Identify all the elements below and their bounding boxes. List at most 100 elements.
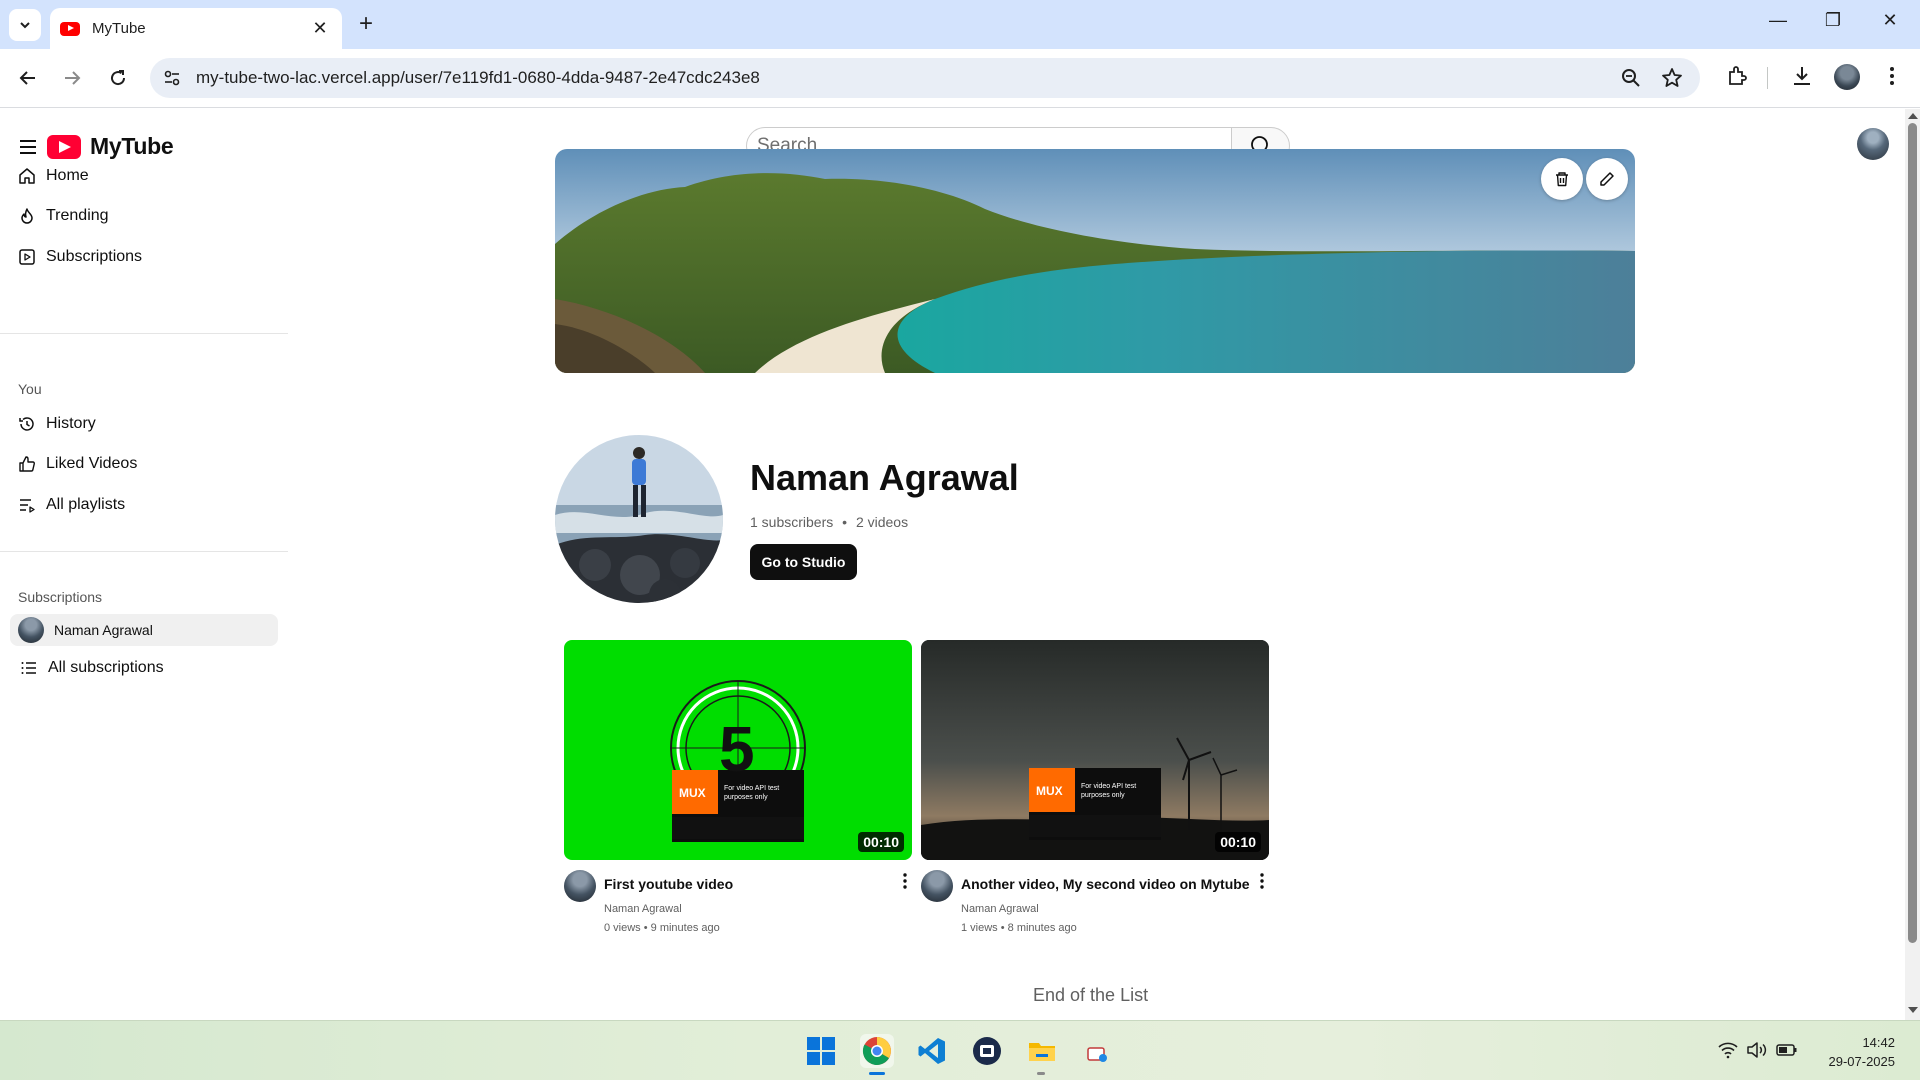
reload-icon [111, 70, 126, 86]
video-count: 2 videos [855, 514, 909, 530]
meta-separator: • [842, 514, 848, 530]
sidebar-subscription-naman-agrawal[interactable]: Naman Agrawal [10, 614, 278, 646]
clock-date: 29-07-2025 [1828, 1054, 1896, 1069]
menu-icon[interactable] [19, 139, 37, 155]
list-video-icon [20, 499, 35, 513]
mytube-logo[interactable]: MyTube [47, 133, 174, 160]
taskbar-snipping[interactable] [1080, 1034, 1114, 1068]
subscriptions-heading: Subscriptions [18, 589, 103, 605]
site-info-icon[interactable] [162, 68, 182, 88]
video-thumbnail[interactable]: MUX For video API test purposes only 00:… [921, 640, 1269, 860]
sidebar-item-all-subscriptions[interactable]: All subscriptions [16, 651, 278, 685]
channel-avatar-small[interactable] [921, 870, 953, 902]
restore-button[interactable]: ❐ [1813, 10, 1853, 31]
new-tab-button[interactable]: + [352, 11, 380, 39]
flame-icon [21, 208, 33, 224]
thumbnail-caption: For video API test purposes only [724, 785, 780, 801]
channel-avatar-photo [555, 435, 723, 603]
taskbar-app[interactable] [970, 1034, 1004, 1068]
channel-avatar [555, 435, 723, 603]
url-text: my-tube-two-lac.vercel.app/user/7e119fd1… [196, 68, 760, 87]
video-title[interactable]: Another video, My second video on Mytube [961, 876, 1250, 892]
sidebar-item-home[interactable]: Home [14, 159, 276, 193]
list-icon [21, 662, 36, 674]
window-close-button[interactable]: ✕ [1870, 10, 1910, 31]
end-of-list-text: End of the List [1033, 985, 1149, 1005]
minimize-button[interactable]: — [1758, 10, 1798, 31]
video-channel-name[interactable]: Naman Agrawal [961, 903, 1039, 915]
taskbar-chrome[interactable] [860, 1034, 894, 1075]
more-vert-icon[interactable] [1259, 872, 1265, 890]
scroll-down-arrow-icon[interactable] [1908, 1007, 1918, 1013]
tab-search-button[interactable] [9, 9, 41, 41]
thumbnail-caption: For video API test purposes only [1081, 783, 1137, 799]
sunset-thumbnail-art [921, 640, 1269, 860]
user-avatar[interactable] [1857, 128, 1889, 160]
video-card[interactable]: MUX For video API test purposes only 00:… [921, 640, 1269, 940]
system-clock[interactable]: 14:42 29-07-2025 [1815, 1033, 1896, 1071]
sidebar-item-label: All playlists [46, 496, 126, 513]
app-name: MyTube [90, 133, 174, 159]
channel-name: Naman Agrawal [750, 457, 1019, 498]
channel-banner [555, 149, 1635, 373]
page-scrollbar[interactable] [1905, 109, 1920, 1020]
subscription-name: Naman Agrawal [54, 622, 153, 638]
taskbar-file-explorer[interactable] [1025, 1034, 1059, 1075]
bookmark-star-icon[interactable] [1661, 67, 1683, 89]
wifi-icon[interactable] [1718, 1041, 1738, 1059]
countdown-number: 5 [719, 713, 755, 785]
browser-tab[interactable]: MyTube ✕ [50, 8, 342, 49]
video-duration: 00:10 [858, 832, 904, 852]
delete-banner-button[interactable] [1541, 158, 1583, 200]
windows-logo-icon [807, 1037, 835, 1065]
sidebar-item-liked-videos[interactable]: Liked Videos [14, 447, 276, 481]
back-button[interactable] [13, 63, 43, 93]
address-bar[interactable]: my-tube-two-lac.vercel.app/user/7e119fd1… [150, 58, 1700, 98]
sidebar-item-subscriptions[interactable]: Subscriptions [14, 240, 276, 274]
video-stats: 0 views • 9 minutes ago [604, 922, 720, 934]
download-icon[interactable] [1790, 64, 1814, 88]
video-thumbnail[interactable]: 5 MUX For video API test purposes only 0… [564, 640, 912, 860]
video-title[interactable]: First youtube video [604, 876, 733, 892]
sidebar-item-label: Liked Videos [46, 455, 138, 472]
trash-icon [1556, 172, 1568, 187]
reload-button[interactable] [103, 63, 133, 93]
battery-icon[interactable] [1776, 1041, 1798, 1059]
open-app-indicator [1037, 1072, 1045, 1075]
video-channel-name[interactable]: Naman Agrawal [604, 903, 682, 915]
taskbar-vscode[interactable] [915, 1034, 949, 1068]
channel-stats: 1 subscribers • 2 videos [750, 514, 908, 530]
vscode-icon [918, 1038, 945, 1064]
zoom-icon[interactable] [1620, 67, 1642, 89]
sidebar-item-history[interactable]: History [14, 407, 276, 441]
start-button[interactable] [804, 1034, 838, 1068]
browser-profile-avatar[interactable] [1834, 64, 1860, 90]
video-meta: Another video, My second video on Mytube… [921, 860, 1269, 940]
edit-banner-button[interactable] [1586, 158, 1628, 200]
tab-close-icon[interactable]: ✕ [308, 18, 332, 39]
chrome-icon [862, 1037, 891, 1065]
scrollbar-thumb[interactable] [1908, 123, 1917, 943]
home-icon [19, 168, 35, 184]
arrow-right-icon [65, 71, 81, 85]
scroll-up-arrow-icon[interactable] [1908, 113, 1918, 119]
extensions-icon[interactable] [1725, 64, 1749, 88]
mux-brand-label: MUX [679, 786, 706, 800]
browser-tab-bar: MyTube ✕ + — ❐ ✕ [0, 0, 1920, 49]
video-card[interactable]: 5 MUX For video API test purposes only 0… [564, 640, 912, 940]
sidebar-item-label: Home [46, 167, 89, 184]
more-vert-icon[interactable] [902, 872, 908, 890]
forward-button[interactable] [57, 63, 87, 93]
go-to-studio-button[interactable]: Go to Studio [750, 544, 857, 580]
channel-avatar-small[interactable] [564, 870, 596, 902]
more-vert-icon[interactable] [1884, 64, 1900, 88]
sidebar-item-all-playlists[interactable]: All playlists [14, 488, 276, 522]
subscriber-count: 1 subscribers [750, 514, 834, 530]
video-meta: First youtube video Naman Agrawal 0 view… [564, 860, 912, 940]
sidebar-item-label: Subscriptions [46, 248, 143, 265]
subscription-avatar [18, 617, 44, 643]
volume-icon[interactable] [1746, 1041, 1768, 1059]
sidebar-item-trending[interactable]: Trending [14, 199, 276, 233]
you-heading: You [18, 381, 42, 397]
thumbs-up-icon [19, 456, 35, 472]
